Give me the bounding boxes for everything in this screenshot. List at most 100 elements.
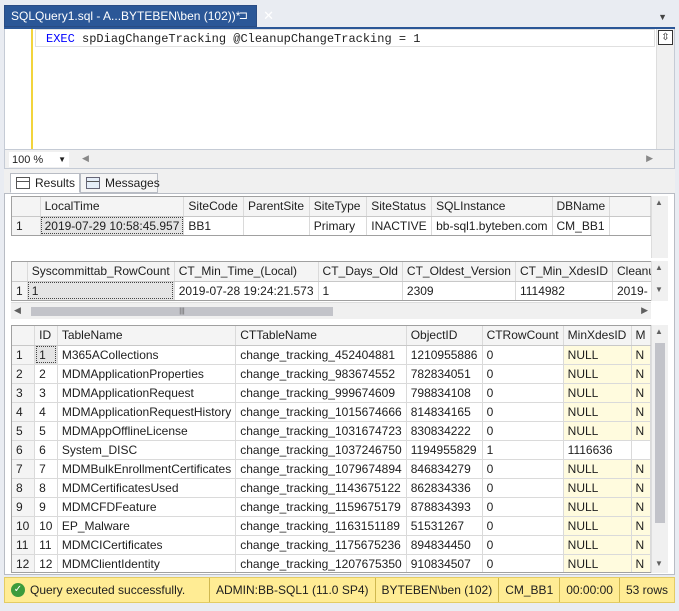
table-cell[interactable]: 5 bbox=[34, 421, 58, 441]
row-number[interactable]: 7 bbox=[12, 459, 36, 479]
scroll-left-icon[interactable]: ◀ bbox=[82, 153, 89, 164]
column-header[interactable]: Syscommittab_RowCount bbox=[27, 262, 175, 282]
table-cell[interactable]: change_tracking_1163151189 bbox=[235, 516, 407, 536]
table-cell[interactable]: 3 bbox=[34, 383, 58, 403]
table-cell[interactable]: NULL bbox=[563, 516, 632, 536]
table-cell[interactable]: 8 bbox=[34, 478, 58, 498]
table-cell[interactable]: 0 bbox=[482, 364, 564, 384]
table-cell[interactable]: MDMClientIdentity bbox=[57, 554, 237, 572]
table-cell[interactable]: 0 bbox=[482, 345, 564, 365]
scroll-down-icon[interactable]: ▼ bbox=[655, 559, 663, 568]
table-cell[interactable]: change_tracking_983674552 bbox=[235, 364, 407, 384]
table-cell[interactable]: M365ACollections bbox=[57, 345, 237, 365]
table-cell[interactable]: change_tracking_1037246750 bbox=[235, 440, 407, 460]
tab-results[interactable]: Results bbox=[10, 173, 80, 193]
table-cell[interactable]: 7 bbox=[34, 459, 58, 479]
table-row[interactable]: 3 3 MDMApplicationRequest change_tracking_9… bbox=[12, 383, 651, 403]
table-cell[interactable]: MDMApplicationProperties bbox=[57, 364, 237, 384]
table-row[interactable]: 1 1 2019-07-28 19:24:21.573 1 2309 11149… bbox=[12, 281, 651, 300]
table-cell[interactable]: 10 bbox=[34, 516, 58, 536]
table-cell[interactable]: System_DISC bbox=[57, 440, 237, 460]
tab-messages[interactable]: Messages bbox=[80, 173, 160, 193]
table-cell[interactable]: N bbox=[631, 421, 651, 441]
table-cell[interactable]: MDMApplicationRequestHistory bbox=[57, 402, 237, 422]
table-cell[interactable]: MDMCICertificates bbox=[57, 535, 237, 555]
column-header[interactable]: CT_Days_Old bbox=[318, 262, 403, 282]
row-number[interactable]: 8 bbox=[12, 478, 36, 498]
table-cell[interactable]: change_tracking_1143675122 bbox=[235, 478, 407, 498]
row-number[interactable]: 12 bbox=[12, 554, 36, 572]
table-cell[interactable] bbox=[631, 440, 651, 460]
table-cell[interactable]: MDMBulkEnrollmentCertificates bbox=[57, 459, 237, 479]
scroll-left-icon[interactable]: ◀ bbox=[14, 305, 21, 316]
table-cell[interactable]: 0 bbox=[482, 478, 564, 498]
scroll-thumb[interactable]: ||| bbox=[31, 307, 333, 316]
column-header[interactable]: ParentSite bbox=[243, 197, 310, 217]
row-number[interactable]: 10 bbox=[12, 516, 36, 536]
chevron-down-icon[interactable]: ▼ bbox=[58, 153, 66, 167]
table-cell[interactable]: 1 bbox=[318, 281, 403, 300]
table-cell[interactable]: 9 bbox=[34, 497, 58, 517]
table-cell[interactable]: 878834393 bbox=[406, 497, 483, 517]
table-cell[interactable]: 2019- bbox=[612, 281, 651, 300]
table-cell[interactable]: N bbox=[631, 402, 651, 422]
table-row[interactable]: 12 12 MDMClientIdentity change_tracking_120… bbox=[12, 554, 651, 572]
table-cell[interactable]: MDMApplicationRequest bbox=[57, 383, 237, 403]
scroll-down-icon[interactable]: ▼ bbox=[655, 285, 663, 294]
table-cell[interactable]: 0 bbox=[482, 535, 564, 555]
table-cell[interactable]: 2 bbox=[34, 364, 58, 384]
table-row[interactable]: 8 8 MDMCertificatesUsed change_tracking_114… bbox=[12, 478, 651, 498]
row-number[interactable]: 11 bbox=[12, 535, 36, 555]
scroll-thumb[interactable] bbox=[655, 343, 665, 523]
column-header[interactable]: CT_Min_Time_(Local) bbox=[174, 262, 319, 282]
table-cell[interactable]: N bbox=[631, 364, 651, 384]
grid-1-vertical-scrollbar[interactable]: ▲ bbox=[651, 196, 668, 258]
row-number[interactable]: 3 bbox=[12, 383, 36, 403]
scroll-up-icon[interactable]: ▲ bbox=[655, 263, 663, 272]
column-header[interactable]: Cleanu bbox=[612, 262, 651, 282]
column-header[interactable]: SiteStatus bbox=[366, 197, 433, 217]
scroll-right-icon[interactable]: ▶ bbox=[641, 305, 648, 316]
table-cell[interactable]: change_tracking_1159675179 bbox=[235, 497, 407, 517]
table-cell[interactable]: 814834165 bbox=[406, 402, 483, 422]
document-tab[interactable]: SQLQuery1.sql - A...BYTEBEN\ben (102))* … bbox=[4, 5, 274, 27]
table-cell[interactable]: change_tracking_1015674666 bbox=[235, 402, 407, 422]
table-cell[interactable]: 51531267 bbox=[406, 516, 483, 536]
table-cell[interactable]: MDMAppOfflineLicense bbox=[57, 421, 237, 441]
row-number[interactable]: 4 bbox=[12, 402, 36, 422]
table-cell[interactable]: 0 bbox=[482, 554, 564, 572]
query-editor[interactable]: EXEC spDiagChangeTracking @CleanupChange… bbox=[4, 29, 675, 149]
table-cell[interactable]: 782834051 bbox=[406, 364, 483, 384]
table-row[interactable]: 1 1 M365ACollections change_tracking_452404… bbox=[12, 345, 651, 365]
table-cell[interactable]: Primary bbox=[309, 216, 368, 235]
table-cell[interactable]: 4 bbox=[34, 402, 58, 422]
table-cell[interactable]: BB1 bbox=[183, 216, 245, 235]
table-cell[interactable]: 894834450 bbox=[406, 535, 483, 555]
table-cell[interactable]: NULL bbox=[563, 497, 632, 517]
table-cell[interactable]: 0 bbox=[482, 421, 564, 441]
table-cell[interactable]: 862834336 bbox=[406, 478, 483, 498]
table-cell[interactable]: 2309 bbox=[402, 281, 516, 300]
table-cell[interactable]: 1 bbox=[482, 440, 564, 460]
table-cell[interactable] bbox=[243, 216, 310, 235]
row-number[interactable]: 1 bbox=[12, 345, 36, 365]
table-cell[interactable]: NULL bbox=[563, 535, 632, 555]
column-header[interactable]: SQLInstance bbox=[431, 197, 553, 217]
column-header[interactable]: ObjectID bbox=[406, 326, 483, 346]
table-cell[interactable]: 2019-07-28 19:24:21.573 bbox=[174, 281, 319, 300]
row-number[interactable]: 9 bbox=[12, 497, 36, 517]
column-header[interactable]: DBName bbox=[552, 197, 611, 217]
column-header[interactable]: ID bbox=[34, 326, 58, 346]
table-cell[interactable]: NULL bbox=[563, 459, 632, 479]
table-row[interactable]: 7 7 MDMBulkEnrollmentCertificates change_tr… bbox=[12, 459, 651, 479]
table-cell[interactable]: 1194955829 bbox=[406, 440, 483, 460]
pin-icon[interactable]: ⊐ bbox=[239, 9, 248, 22]
row-number[interactable]: 1 bbox=[12, 281, 28, 300]
table-row[interactable]: 6 6 System_DISC change_tracking_1037246750 1… bbox=[12, 440, 651, 460]
column-header[interactable]: SiteType bbox=[309, 197, 368, 217]
table-cell[interactable]: change_tracking_1175675236 bbox=[235, 535, 407, 555]
table-cell[interactable]: 798834108 bbox=[406, 383, 483, 403]
table-cell[interactable]: NULL bbox=[563, 402, 632, 422]
table-cell[interactable]: 12 bbox=[34, 554, 58, 572]
table-cell[interactable]: change_tracking_1079674894 bbox=[235, 459, 407, 479]
